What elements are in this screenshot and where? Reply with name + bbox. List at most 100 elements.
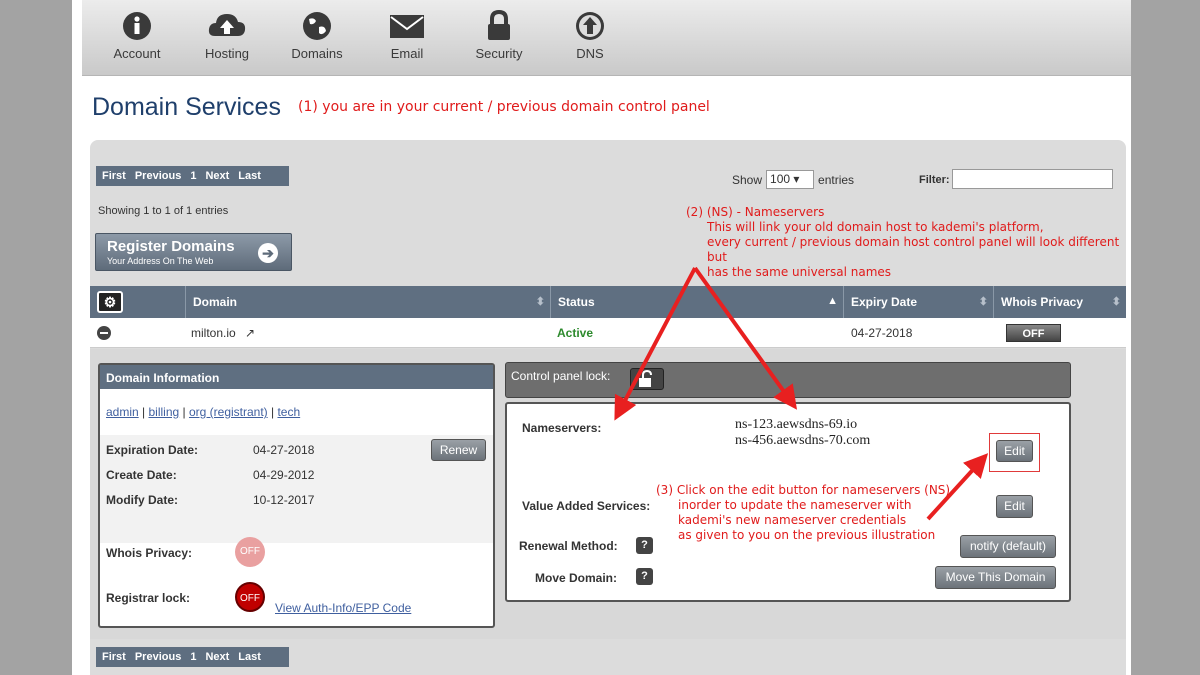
pager-next[interactable]: Next: [205, 170, 229, 182]
nav-account-label: Account: [113, 46, 161, 61]
sort-icon: ⬍: [535, 296, 545, 308]
nameserver-2: ns-456.aewsdns-70.com: [735, 433, 871, 448]
domain-detail: Domain Information admin | billing | org…: [90, 349, 1126, 639]
nav-domains-label: Domains: [291, 46, 343, 61]
pager-first[interactable]: First: [102, 170, 126, 182]
sort-icon: ⬍: [1111, 296, 1121, 308]
th-whois-label: Whois Privacy: [1001, 295, 1084, 309]
contact-tech-link[interactable]: tech: [277, 405, 300, 419]
top-navigation: Account Hosting Domains Email Security D…: [82, 0, 1131, 76]
envelope-icon: [390, 15, 424, 38]
sort-asc-icon: ▲: [827, 295, 838, 307]
filter-label: Filter:: [919, 174, 950, 186]
registrar-lock-toggle[interactable]: OFF: [235, 582, 265, 612]
nav-account[interactable]: Account: [102, 10, 172, 61]
renewal-method-button[interactable]: notify (default): [960, 535, 1056, 558]
pager-previous[interactable]: Previous: [135, 170, 181, 182]
auth-info-link[interactable]: View Auth-Info/EPP Code: [275, 601, 411, 615]
upload-circle-icon: [576, 12, 604, 40]
renewal-method-label: Renewal Method:: [519, 539, 618, 553]
globe-icon: [303, 12, 331, 40]
collapse-icon[interactable]: [97, 326, 111, 340]
nav-hosting-label: Hosting: [204, 46, 250, 61]
lock-icon: [488, 10, 510, 40]
vas-edit-button[interactable]: Edit: [996, 495, 1033, 518]
nav-domains[interactable]: Domains: [282, 10, 352, 61]
showing-info: Showing 1 to 1 of 1 entries: [98, 205, 229, 217]
show-label: Show: [732, 172, 763, 187]
nav-security-label: Security: [475, 46, 523, 61]
modify-value: 10-12-2017: [253, 493, 315, 507]
row-expiry: 04-27-2018: [851, 326, 913, 340]
pager-previous[interactable]: Previous: [135, 651, 181, 663]
th-status[interactable]: Status ▲: [550, 286, 843, 318]
create-value: 04-29-2012: [253, 468, 315, 482]
domain-information-header: Domain Information: [100, 365, 493, 389]
nav-hosting[interactable]: Hosting: [192, 10, 262, 61]
nameservers-edit-button[interactable]: Edit: [996, 440, 1033, 462]
contact-admin-link[interactable]: admin: [106, 405, 139, 419]
contact-billing-link[interactable]: billing: [148, 405, 179, 419]
th-expiry[interactable]: Expiry Date ⬍: [843, 286, 993, 318]
domain-information-box: Domain Information admin | billing | org…: [98, 363, 495, 628]
move-domain-button[interactable]: Move This Domain: [935, 566, 1056, 589]
caret-down-icon: ▾: [793, 172, 800, 186]
renew-button[interactable]: Renew: [431, 439, 486, 461]
create-label: Create Date:: [106, 468, 177, 482]
register-domains-button[interactable]: Register Domains Your Address On The Web…: [95, 233, 292, 271]
pager-page[interactable]: 1: [190, 651, 196, 663]
nav-security[interactable]: Security: [464, 10, 534, 61]
nav-email-label: Email: [390, 46, 424, 61]
annotation-3-line4: as given to you on the previous illustra…: [678, 528, 936, 542]
annotation-3-line2: inorder to update the nameserver with: [678, 498, 912, 512]
annotation-2: (2) (NS) - Nameservers This will link yo…: [686, 205, 1126, 280]
page: Account Hosting Domains Email Security D…: [72, 0, 1131, 675]
pager-first[interactable]: First: [102, 651, 126, 663]
entries-label: entries: [818, 172, 855, 187]
filter-input[interactable]: [952, 169, 1113, 189]
th-domain-label: Domain: [193, 295, 238, 309]
annotation-3-line1: (3) Click on the edit button for nameser…: [656, 483, 951, 497]
contact-links: admin | billing | org (registrant) | tec…: [106, 405, 301, 419]
whois-privacy-toggle[interactable]: OFF: [235, 537, 265, 567]
table-row: milton.io ↗ Active 04-27-2018 OFF: [90, 318, 1126, 348]
nameservers-label: Nameservers:: [522, 421, 602, 435]
question-icon[interactable]: ?: [636, 568, 653, 585]
annotation-2-line4: has the same universal names: [707, 265, 892, 279]
info-icon: [123, 12, 151, 40]
register-subtitle: Your Address On The Web: [107, 256, 214, 266]
annotation-2-line1: (2) (NS) - Nameservers: [686, 205, 825, 219]
unlock-button[interactable]: [630, 368, 664, 390]
page-title: Domain Services: [92, 93, 281, 121]
th-domain[interactable]: Domain ⬍: [185, 286, 550, 318]
row-domain[interactable]: milton.io ↗: [191, 326, 255, 340]
control-panel-lock-label: Control panel lock:: [511, 369, 611, 383]
row-status: Active: [557, 326, 594, 340]
th-expiry-label: Expiry Date: [851, 295, 918, 309]
pager-top: First Previous 1 Next Last: [96, 166, 289, 186]
show-entries: Show 100 ▾ entries: [732, 170, 854, 189]
external-link-icon[interactable]: ↗: [245, 326, 255, 340]
control-panel-lock-bar: Control panel lock:: [505, 362, 1071, 398]
modify-label: Modify Date:: [106, 493, 178, 507]
table-header: ⚙ Domain ⬍ Status ▲ Expiry Date ⬍ Whois …: [90, 286, 1126, 318]
pager-page[interactable]: 1: [190, 170, 196, 182]
row-domain-name: milton.io: [191, 326, 236, 340]
contact-org-link[interactable]: org (registrant): [189, 405, 268, 419]
question-icon[interactable]: ?: [636, 537, 653, 554]
entries-select-value: 100: [770, 172, 791, 186]
pager-last[interactable]: Last: [238, 651, 261, 663]
gear-icon[interactable]: ⚙: [97, 291, 123, 313]
th-status-label: Status: [558, 295, 595, 309]
nav-email[interactable]: Email: [372, 10, 442, 61]
arrow-right-icon: ➔: [258, 243, 278, 263]
pager-next[interactable]: Next: [205, 651, 229, 663]
nav-dns[interactable]: DNS: [555, 10, 625, 61]
th-settings: ⚙: [90, 286, 185, 318]
pager-last[interactable]: Last: [238, 170, 261, 182]
domain-panel: First Previous 1 Next Last Show 100 ▾ en…: [90, 140, 1126, 675]
row-whois-badge[interactable]: OFF: [1006, 324, 1061, 342]
th-whois[interactable]: Whois Privacy ⬍: [993, 286, 1126, 318]
entries-select[interactable]: 100 ▾: [766, 170, 815, 189]
unlock-icon: [639, 369, 652, 387]
